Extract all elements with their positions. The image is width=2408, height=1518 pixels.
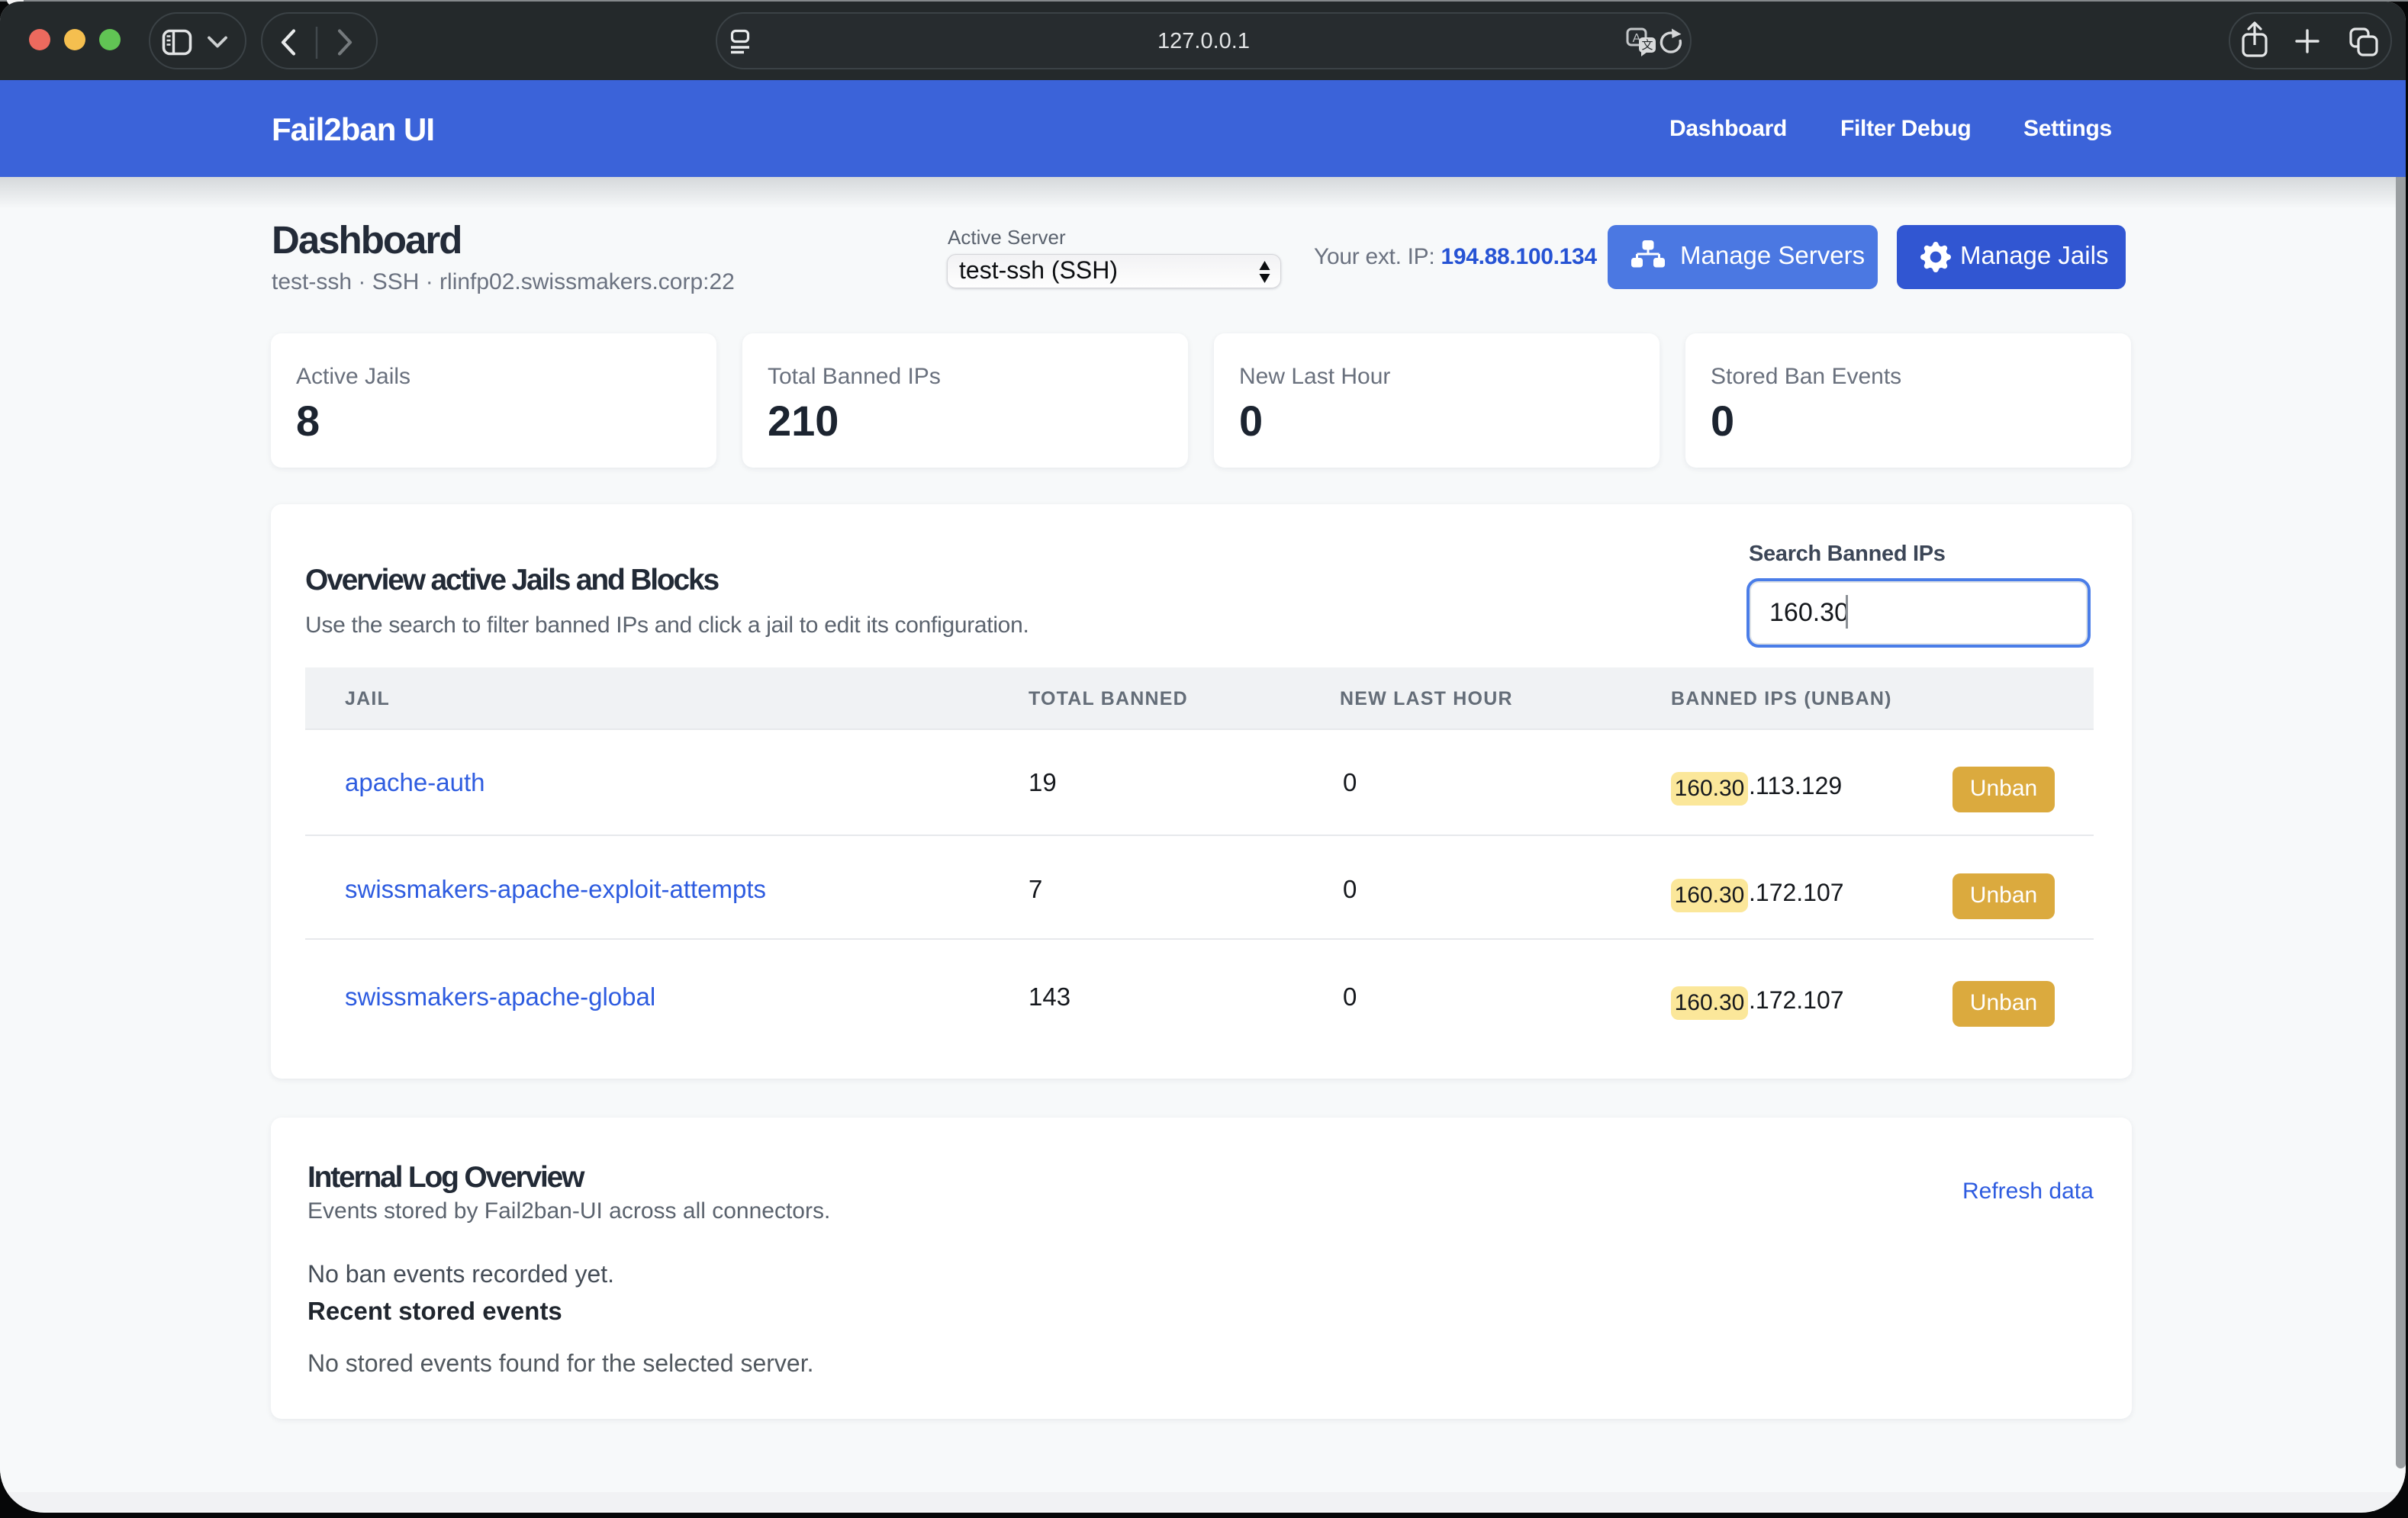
svg-text:文: 文 [1641, 39, 1653, 52]
